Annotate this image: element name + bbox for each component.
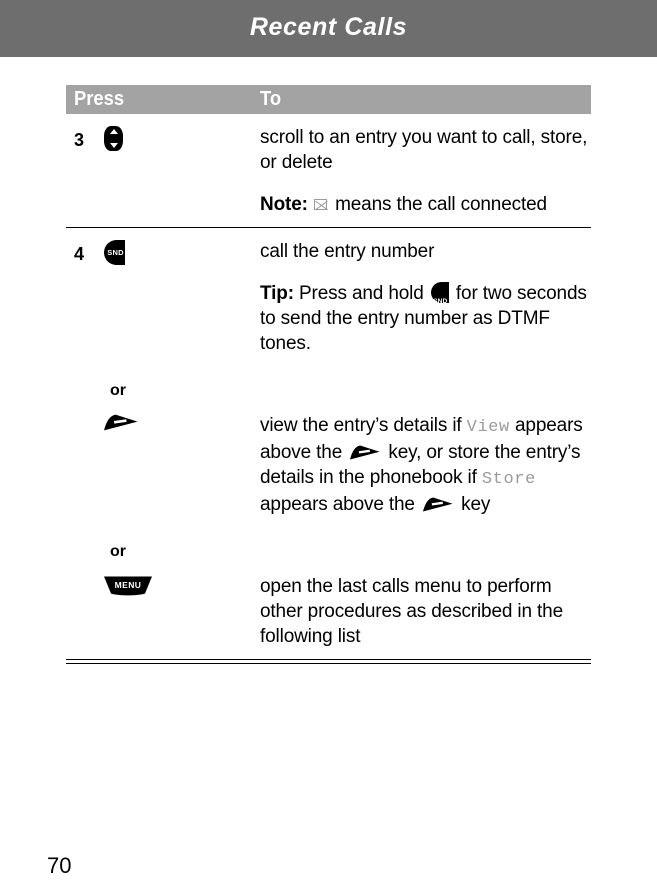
column-header-press: Press [74,88,125,110]
press-cell [66,402,260,527]
table-row: 4 SND call the entry number Tip: Press a… [66,228,591,366]
press-cell: 4 SND [66,228,260,366]
page-title: Recent Calls [249,13,408,41]
table-bottom-rule [66,659,591,664]
procedure-table: Press To 3 scroll to an entry you want t… [66,85,591,664]
to-cell: view the entry’s details if View appears… [260,402,591,527]
tip-label: Tip: [260,283,294,304]
navigation-key-icon[interactable] [104,126,123,151]
soft-key-shape [104,414,138,431]
snd-key-shape: SND [104,240,125,265]
tip-paragraph: Tip: Press and hold SND for two seconds … [260,281,591,356]
navigation-key-shape [104,126,123,151]
menu-key-icon[interactable]: MENU [104,575,152,597]
soft-key-icon [350,445,380,460]
display-term-store: Store [481,470,536,489]
seg-text: key [455,494,491,515]
step-number: 3 [74,130,85,150]
seg-text: appears above the [260,494,420,515]
seg-text: view the entry’s details if [260,415,467,436]
or-separator: or [110,382,126,399]
table-row-alternative: view the entry’s details if View appears… [66,402,591,527]
column-header-to: To [260,88,282,110]
or-separator: or [110,543,126,560]
soft-key-icon [422,497,453,512]
snd-key-icon: SND [430,282,449,305]
note-paragraph: Note: means the call connected [260,192,591,217]
note-space [308,194,313,215]
table-row: 3 scroll to an entry you want to call, s… [66,114,591,228]
step-number: 4 [74,244,85,264]
table-header-row: Press To [66,85,591,114]
note-text: means the call connected [329,194,547,215]
display-term-view: View [466,418,510,437]
page-number: 70 [47,853,72,878]
to-cell: scroll to an entry you want to call, sto… [260,114,591,227]
instruction-text: view the entry’s details if View appears… [260,413,591,517]
press-cell: MENU [66,563,260,659]
mail-envelope-icon [313,199,327,210]
menu-key-shape: MENU [104,575,152,596]
to-cell: open the last calls menu to perform othe… [260,563,591,659]
table-row-alternative: MENU open the last calls menu to perform… [66,563,591,659]
instruction-text: call the entry number [260,241,435,262]
press-cell: 3 [66,114,260,227]
tip-text-before: Press and hold [293,283,429,304]
snd-key-label: SND [433,297,448,305]
instruction-text: scroll to an entry you want to call, sto… [260,127,588,173]
to-cell: call the entry number Tip: Press and hol… [260,228,591,366]
chevron-down-icon [109,143,118,148]
chapter-header-band: Recent Calls [0,0,657,57]
instruction-text: open the last calls menu to perform othe… [260,576,564,647]
chevron-up-icon [109,129,118,134]
note-label: Note: [260,194,308,215]
snd-key-icon[interactable]: SND [104,240,125,265]
menu-key-label: MENU [114,580,142,590]
soft-key-icon[interactable] [104,414,138,433]
snd-key-label: SND [107,247,124,257]
